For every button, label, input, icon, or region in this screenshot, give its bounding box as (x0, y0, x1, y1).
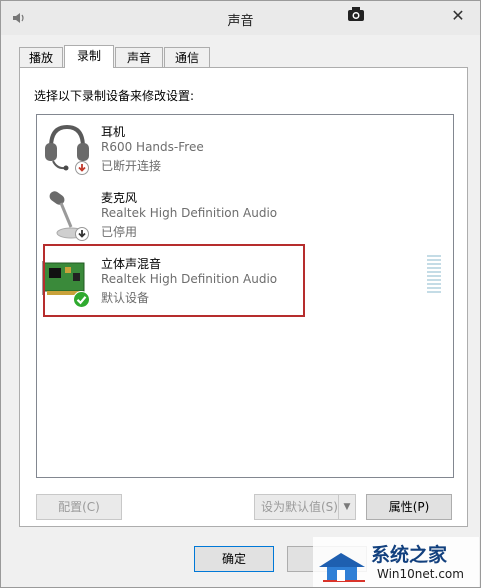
recording-device-list[interactable]: 耳机 R600 Hands-Free 已断开连接 麦克风 Realtek Hig… (36, 114, 454, 478)
ok-button[interactable]: 确定 (194, 546, 274, 572)
close-icon: ✕ (451, 5, 465, 25)
site-watermark: 系统之家 Win10net.com (313, 537, 479, 587)
device-name: 耳机 (101, 125, 126, 139)
tab-recording[interactable]: 录制 (64, 45, 114, 68)
disconnected-badge-icon (75, 161, 89, 175)
sound-dialog: 声音 ✕ 播放 录制 声音 通信 选择以下录制设备来修改设置: 耳机 R600 … (0, 0, 481, 588)
tab-playback[interactable]: 播放 (19, 47, 63, 67)
device-description: Realtek High Definition Audio (101, 206, 278, 220)
device-description: R600 Hands-Free (101, 140, 204, 154)
device-status: 已停用 (101, 225, 138, 239)
device-status: 已断开连接 (101, 159, 162, 173)
selection-highlight-box (43, 244, 305, 317)
set-default-label: 设为默认值(S) (261, 500, 338, 514)
properties-button[interactable]: 属性(P) (366, 494, 452, 520)
close-button[interactable]: ✕ (443, 4, 473, 26)
device-item-headset[interactable]: 耳机 R600 Hands-Free 已断开连接 (37, 117, 453, 181)
device-item-microphone[interactable]: 麦克风 Realtek High Definition Audio 已停用 (37, 183, 453, 247)
instruction-text: 选择以下录制设备来修改设置: (34, 89, 195, 103)
window-title: 声音 (227, 14, 254, 29)
camera-icon[interactable] (347, 6, 365, 22)
watermark-title: 系统之家 (371, 544, 448, 566)
set-default-button[interactable]: 设为默认值(S) ▼ (254, 494, 356, 520)
watermark-url: Win10net.com (377, 567, 464, 581)
recording-panel: 选择以下录制设备来修改设置: 耳机 R600 Hands-Free 已断开连接 … (19, 67, 468, 527)
title-bar[interactable]: 声音 ✕ (1, 1, 480, 35)
device-name: 麦克风 (101, 191, 138, 205)
tab-sounds[interactable]: 声音 (115, 47, 163, 67)
audio-level-meter (427, 255, 441, 295)
chevron-down-icon[interactable]: ▼ (338, 495, 355, 519)
configure-button[interactable]: 配置(C) (36, 494, 122, 520)
disabled-badge-icon (75, 227, 89, 241)
tab-communications[interactable]: 通信 (164, 47, 210, 67)
